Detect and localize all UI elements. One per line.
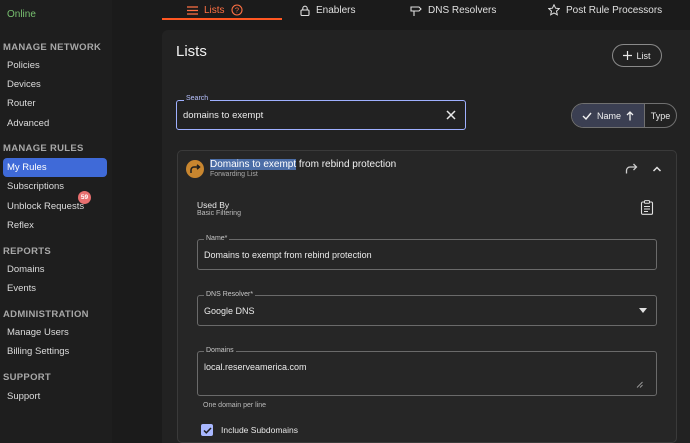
resize-handle-icon[interactable] bbox=[636, 381, 643, 388]
card-title-highlight: Domains to exempt bbox=[210, 159, 297, 170]
forwarding-list-avatar bbox=[186, 160, 204, 178]
search-label: Search bbox=[184, 95, 211, 102]
sidebar-item-reflex[interactable]: Reflex bbox=[3, 216, 107, 235]
tab-enablers-label: Enablers bbox=[316, 4, 356, 16]
domains-label: Domains bbox=[204, 347, 236, 354]
sidebar-item-subscriptions[interactable]: Subscriptions bbox=[3, 177, 107, 196]
caret-down-icon[interactable] bbox=[639, 308, 647, 313]
sidebar-item-unblock-requests[interactable]: Unblock Requests bbox=[3, 197, 107, 216]
dns-resolver-value[interactable]: Google DNS bbox=[204, 306, 255, 316]
add-list-label: List bbox=[636, 50, 651, 61]
share-icon[interactable] bbox=[625, 162, 639, 176]
arrow-up-icon bbox=[626, 110, 634, 120]
domains-helper-text: One domain per line bbox=[203, 402, 267, 409]
tab-enablers[interactable]: Enablers bbox=[300, 0, 355, 20]
clipboard-icon[interactable] bbox=[640, 200, 654, 215]
sidebar-item-router[interactable]: Router bbox=[3, 94, 107, 113]
include-subdomains-label: Include Subdomains bbox=[221, 425, 299, 435]
card-title: Domains to exempt from rebind protection bbox=[210, 159, 396, 170]
signpost-icon bbox=[410, 5, 422, 16]
card-title-rest: from rebind protection bbox=[296, 159, 397, 170]
used-by-value: Basic Filtering bbox=[197, 210, 241, 217]
add-list-button[interactable]: List bbox=[612, 44, 662, 67]
domains-value[interactable]: local.reserveamerica.com bbox=[204, 362, 307, 372]
list-icon bbox=[187, 5, 198, 15]
tab-lists[interactable]: Lists ? bbox=[187, 0, 243, 20]
close-icon[interactable] bbox=[444, 108, 458, 122]
search-input[interactable] bbox=[183, 110, 433, 121]
sidebar-item-advanced[interactable]: Advanced bbox=[3, 114, 107, 133]
sidebar-item-events[interactable]: Events bbox=[3, 279, 107, 298]
tab-lists-label: Lists bbox=[204, 4, 225, 16]
sidebar-item-support[interactable]: Support bbox=[3, 387, 107, 406]
check-icon bbox=[202, 426, 212, 434]
sidebar-item-manage-users[interactable]: Manage Users bbox=[3, 323, 107, 342]
help-icon[interactable]: ? bbox=[231, 4, 243, 16]
chevron-up-icon[interactable] bbox=[651, 163, 663, 175]
tab-dns-resolvers-label: DNS Resolvers bbox=[428, 4, 497, 16]
svg-text:?: ? bbox=[234, 6, 238, 15]
tab-post-rule-processors-label: Post Rule Processors bbox=[566, 4, 663, 16]
sort-name-label: Name bbox=[596, 110, 621, 121]
sidebar-item-my-rules[interactable]: My Rules bbox=[3, 158, 107, 177]
sidebar-item-policies[interactable]: Policies bbox=[3, 56, 107, 75]
sort-toggle-group: Name Type bbox=[571, 103, 677, 128]
page-title: Lists bbox=[176, 43, 207, 60]
star-icon bbox=[548, 4, 560, 16]
section-heading-manage-rules: MANAGE RULES bbox=[3, 143, 84, 154]
dns-resolver-select[interactable] bbox=[197, 295, 657, 326]
tab-dns-resolvers[interactable]: DNS Resolvers bbox=[410, 0, 496, 20]
section-heading-manage-network: MANAGE NETWORK bbox=[3, 42, 102, 53]
sort-by-type-button[interactable]: Type bbox=[644, 104, 676, 127]
status-online: Online bbox=[7, 9, 36, 20]
sidebar: Online MANAGE NETWORK Policies Devices R… bbox=[0, 0, 112, 443]
name-field-value[interactable]: Domains to exempt from rebind protection bbox=[204, 250, 372, 260]
dns-resolver-label: DNS Resolver* bbox=[204, 291, 256, 298]
card-subtitle: Forwarding List bbox=[210, 171, 258, 178]
name-field-label: Name* bbox=[204, 235, 230, 242]
section-heading-administration: ADMINISTRATION bbox=[3, 309, 89, 320]
check-icon bbox=[582, 112, 592, 120]
section-heading-support: SUPPORT bbox=[3, 372, 52, 383]
tab-post-rule-processors[interactable]: Post Rule Processors bbox=[548, 0, 662, 20]
domains-textarea[interactable] bbox=[197, 351, 657, 396]
lock-icon bbox=[300, 5, 310, 16]
used-by-heading: Used By bbox=[197, 200, 230, 210]
plus-icon bbox=[623, 51, 633, 60]
unblock-requests-badge: 59 bbox=[78, 191, 91, 204]
active-tab-indicator bbox=[162, 18, 282, 20]
include-subdomains-checkbox[interactable] bbox=[201, 424, 213, 436]
sort-by-name-button[interactable]: Name bbox=[572, 104, 644, 127]
sidebar-item-domains[interactable]: Domains bbox=[3, 260, 107, 279]
forward-arrow-icon bbox=[189, 164, 201, 173]
section-heading-reports: REPORTS bbox=[3, 246, 52, 257]
sidebar-item-billing-settings[interactable]: Billing Settings bbox=[3, 342, 107, 361]
sidebar-item-devices[interactable]: Devices bbox=[3, 75, 107, 94]
